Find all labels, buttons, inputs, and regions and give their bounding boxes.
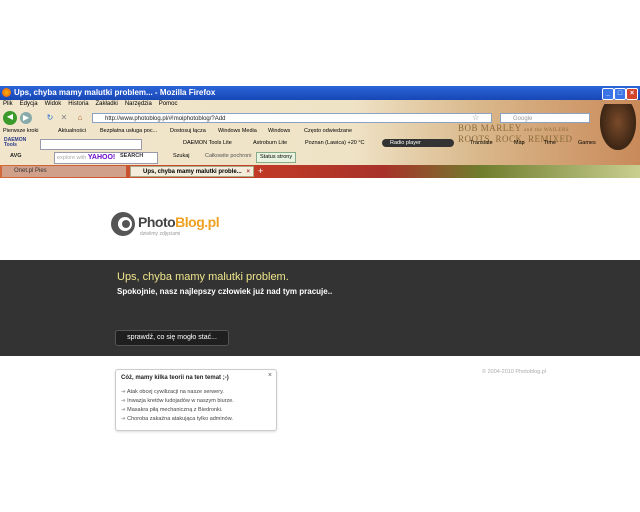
avg-logo[interactable]: AVG [10, 153, 22, 159]
daemon-lite-button[interactable]: DAEMON Tools Lite [183, 140, 232, 146]
list-item: Masakra piłą mechaniczną z Biedronki. [121, 406, 234, 415]
error-panel [0, 260, 640, 356]
theories-list: Atak obcej cywilizacji na nasze serwery.… [121, 388, 234, 424]
list-item: Atak obcej cywilizacji na nasze serwery. [121, 388, 234, 397]
copyright-text: © 2004-2010 Photoblog.pl [482, 369, 546, 375]
menu-zakladki[interactable]: Zakładki [96, 101, 118, 107]
daemon-search-field[interactable] [40, 139, 142, 150]
error-title: Ups, chyba mamy malutki problem. [117, 271, 289, 283]
yahoo-logo: YAHOO! [87, 154, 116, 161]
window-titlebar: Ups, chyba mamy malutki problem... - Moz… [0, 86, 640, 100]
games-button[interactable]: Games [578, 140, 596, 146]
back-button[interactable]: ◀ [3, 111, 17, 125]
photoblog-logo[interactable]: PhotoBlog.pl dzielimy zdjęciami [110, 211, 220, 241]
logo-blog: Blog [175, 214, 205, 230]
safe-search-button[interactable]: Całkowite pochroni [205, 153, 251, 159]
astroburn-button[interactable]: Astroburn Lite [253, 140, 287, 146]
yahoo-search-button[interactable]: SEARCH [120, 153, 143, 159]
list-item: Choroba zakaźna atakująca tylko adminów. [121, 415, 234, 424]
new-tab-icon[interactable]: + [258, 166, 263, 176]
bookmark-star-icon[interactable]: ☆ [472, 113, 479, 122]
logo-wordmark: PhotoBlog.pl [138, 214, 220, 230]
bookmark-item[interactable]: Windows [268, 128, 290, 134]
minimize-button[interactable]: _ [602, 88, 614, 100]
close-icon[interactable]: × [268, 372, 272, 379]
time-button[interactable]: Time [544, 140, 556, 146]
tab-close-icon[interactable]: × [246, 167, 250, 178]
stop-icon[interactable]: ✕ [58, 112, 70, 124]
bookmark-item[interactable]: Pierwsze kroki [3, 128, 38, 134]
navigation-bar: ◀ ▶ ↻ ✕ ⌂ http://www.photoblog.pl/#!moip… [0, 110, 640, 126]
home-icon[interactable]: ⌂ [74, 112, 86, 124]
menu-bar: Plik Edycja Widok Historia Zakładki Narz… [3, 100, 182, 110]
forward-button[interactable]: ▶ [20, 112, 32, 124]
menu-narzedzia[interactable]: Narzędzia [125, 101, 152, 107]
menu-historia[interactable]: Historia [68, 101, 88, 107]
tab-onet[interactable]: Onet.pl Pies [2, 166, 126, 177]
weather-widget[interactable]: Poznan (Lawica) +20 °C [305, 140, 365, 146]
map-button[interactable]: Map [514, 140, 525, 146]
tab-photoblog[interactable]: Ups, chyba mamy malutki proble... × [130, 166, 254, 177]
radio-player-button[interactable]: Radio player [382, 139, 454, 147]
menu-pomoc[interactable]: Pomoc [159, 101, 178, 107]
status-strony-button[interactable]: Status strony [256, 152, 297, 163]
bookmarks-bar: Pierwsze kroki Aktualności Bezpłatna usł… [0, 126, 640, 136]
logo-photo: Photo [138, 214, 176, 230]
firefox-icon [2, 88, 11, 97]
bookmark-item[interactable]: Bezpłatna usługa poc... [100, 128, 157, 134]
menu-plik[interactable]: Plik [3, 101, 13, 107]
bookmark-item[interactable]: Często odwiedzane [304, 128, 352, 134]
bookmark-item[interactable]: Aktualności [58, 128, 86, 134]
bookmark-item[interactable]: Windows Media [218, 128, 257, 134]
list-item: Inwazja kretów ludojadów w naszym biurze… [121, 397, 234, 406]
theories-box: Cóż, mamy kilka teorii na ten temat ;-) … [115, 369, 277, 431]
bookmark-item[interactable]: Dostosuj łącza [170, 128, 206, 134]
menu-widok[interactable]: Widok [45, 101, 62, 107]
yahoo-toolbar: AVG explore with YAHOO! SEARCH Szukaj Ca… [0, 151, 640, 165]
close-button[interactable]: × [626, 88, 638, 100]
tab-bar: Onet.pl Pies Ups, chyba mamy malutki pro… [0, 165, 640, 178]
logo-tagline: dzielimy zdjęciami [140, 231, 181, 237]
check-what-happened-button[interactable]: sprawdź, co się mogło stać... [115, 330, 229, 346]
addon-toolbar: DAEMON Tools DAEMON Tools Lite Astroburn… [0, 137, 640, 151]
szukaj-button[interactable]: Szukaj [173, 153, 190, 159]
yahoo-placeholder: explore with [57, 155, 87, 161]
menu-edycja[interactable]: Edycja [20, 101, 38, 107]
daemon-logo: DAEMON Tools [4, 137, 27, 148]
photoblog-logo-icon [111, 212, 135, 236]
url-field[interactable]: http://www.photoblog.pl/#!moiphotoblog/?… [92, 113, 492, 123]
tab-label: Onet.pl Pies [14, 168, 47, 174]
logo-pl: .pl [204, 214, 220, 230]
translate-button[interactable]: Translate [470, 140, 493, 146]
error-subtitle: Spokojnie, nasz najlepszy człowiek już n… [117, 287, 333, 296]
maximize-button[interactable]: □ [614, 88, 626, 100]
tab-label: Ups, chyba mamy malutki proble... [143, 169, 242, 175]
reload-icon[interactable]: ↻ [44, 112, 56, 124]
window-title: Ups, chyba mamy malutki problem... - Moz… [14, 88, 216, 97]
search-input[interactable]: Google [500, 113, 590, 123]
theories-title: Cóż, mamy kilka teorii na ten temat ;-) [121, 375, 229, 381]
